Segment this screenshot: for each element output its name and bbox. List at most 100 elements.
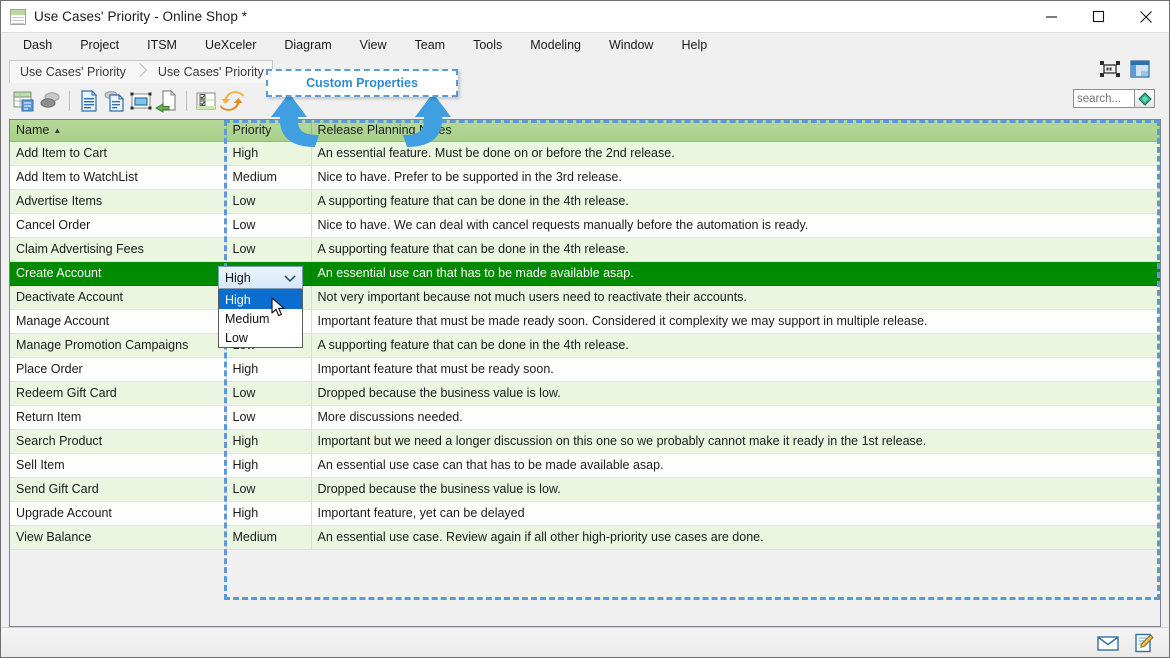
menu-item-project[interactable]: Project	[66, 35, 133, 55]
edit-note-icon[interactable]	[1133, 633, 1155, 653]
new-grid-icon[interactable]	[11, 87, 37, 115]
menu-item-view[interactable]: View	[346, 35, 401, 55]
table-row[interactable]: Search ProductHighImportant but we need …	[10, 429, 1160, 453]
cell-priority[interactable]: Low	[226, 237, 311, 261]
cell-priority[interactable]: High	[226, 429, 311, 453]
cell-name[interactable]: Claim Advertising Fees	[10, 237, 226, 261]
export-doc-icon[interactable]	[154, 87, 180, 115]
table-row[interactable]: Return ItemLowMore discussions needed.	[10, 405, 1160, 429]
cell-name[interactable]: Advertise Items	[10, 189, 226, 213]
maximize-button[interactable]	[1075, 1, 1122, 32]
diamond-go-icon[interactable]	[1135, 89, 1155, 108]
cell-name[interactable]: Create Account	[10, 261, 226, 285]
cell-priority[interactable]: Medium	[226, 165, 311, 189]
cell-priority[interactable]: Medium	[226, 525, 311, 549]
cell-priority[interactable]: High	[226, 453, 311, 477]
cell-name[interactable]: Manage Promotion Campaigns	[10, 333, 226, 357]
cell-notes[interactable]: Not very important because not much user…	[311, 285, 1160, 309]
cell-notes[interactable]: An essential use can that has to be made…	[311, 261, 1160, 285]
cell-name[interactable]: Deactivate Account	[10, 285, 226, 309]
cell-name[interactable]: Cancel Order	[10, 213, 226, 237]
priority-combobox[interactable]: High	[218, 266, 303, 289]
cell-name[interactable]: Send Gift Card	[10, 477, 226, 501]
table-row[interactable]: Manage Promotion CampaignsLowA supportin…	[10, 333, 1160, 357]
chevron-down-icon[interactable]	[284, 272, 296, 286]
table-row[interactable]: Add Item to CartHighAn essential feature…	[10, 141, 1160, 165]
insert-shape-icon[interactable]	[128, 87, 154, 115]
table-row[interactable]: View BalanceMediumAn essential use case.…	[10, 525, 1160, 549]
menu-item-dash[interactable]: Dash	[9, 35, 66, 55]
table-row-selected[interactable]: Create Account An essential use can that …	[10, 261, 1160, 285]
new-document-icon[interactable]	[76, 87, 102, 115]
cell-notes[interactable]: Dropped because the business value is lo…	[311, 381, 1160, 405]
cell-name[interactable]: Add Item to Cart	[10, 141, 226, 165]
panel-layout-icon[interactable]	[1129, 59, 1151, 79]
menu-item-window[interactable]: Window	[595, 35, 667, 55]
cell-priority[interactable]: High	[226, 357, 311, 381]
menu-item-modeling[interactable]: Modeling	[516, 35, 595, 55]
cell-notes[interactable]: An essential use case. Review again if a…	[311, 525, 1160, 549]
table-row[interactable]: Advertise ItemsLowA supporting feature t…	[10, 189, 1160, 213]
table-row[interactable]: Claim Advertising FeesLowA supporting fe…	[10, 237, 1160, 261]
duplicate-doc-icon[interactable]	[102, 87, 128, 115]
menu-item-help[interactable]: Help	[667, 35, 721, 55]
cell-notes[interactable]: A supporting feature that can be done in…	[311, 237, 1160, 261]
table-row[interactable]: Manage AccountMedium Important feature th…	[10, 309, 1160, 333]
column-header-name[interactable]: Name▲	[10, 120, 226, 141]
search-input[interactable]	[1073, 89, 1135, 108]
cell-notes[interactable]: A supporting feature that can be done in…	[311, 333, 1160, 357]
cell-notes[interactable]: An essential use case can that has to be…	[311, 453, 1160, 477]
cell-notes[interactable]: A supporting feature that can be done in…	[311, 189, 1160, 213]
dropdown-option-low[interactable]: Low	[219, 328, 302, 347]
cell-name[interactable]: Redeem Gift Card	[10, 381, 226, 405]
cell-notes[interactable]: Nice to have. Prefer to be supported in …	[311, 165, 1160, 189]
cell-notes[interactable]: Important feature that must be ready soo…	[311, 357, 1160, 381]
cell-notes[interactable]: Nice to have. We can deal with cancel re…	[311, 213, 1160, 237]
cell-notes[interactable]: Dropped because the business value is lo…	[311, 477, 1160, 501]
table-row[interactable]: Cancel OrderLowNice to have. We can deal…	[10, 213, 1160, 237]
menu-item-diagram[interactable]: Diagram	[270, 35, 345, 55]
table-row[interactable]: Upgrade AccountHighImportant feature, ye…	[10, 501, 1160, 525]
cell-name[interactable]: Sell Item	[10, 453, 226, 477]
cell-priority[interactable]: Low	[226, 405, 311, 429]
menu-item-team[interactable]: Team	[401, 35, 460, 55]
cell-notes[interactable]: Important feature that must be made read…	[311, 309, 1160, 333]
menu-item-tools[interactable]: Tools	[459, 35, 516, 55]
breadcrumb-item-1[interactable]: Use Cases' Priority	[148, 61, 272, 83]
dropdown-option-medium[interactable]: Medium	[219, 309, 302, 328]
fit-window-icon[interactable]	[1099, 59, 1121, 79]
refresh-icon[interactable]	[219, 87, 245, 115]
open-diagram-icon[interactable]	[37, 87, 63, 115]
breadcrumb-item-0[interactable]: Use Cases' Priority	[10, 61, 134, 83]
table-row[interactable]: Redeem Gift CardLowDropped because the b…	[10, 381, 1160, 405]
cell-notes[interactable]: Important but we need a longer discussio…	[311, 429, 1160, 453]
cell-name[interactable]: Add Item to WatchList	[10, 165, 226, 189]
cell-name[interactable]: Upgrade Account	[10, 501, 226, 525]
close-button[interactable]	[1122, 1, 1169, 32]
cell-priority[interactable]: High	[226, 501, 311, 525]
menu-item-uexceler[interactable]: UeXceler	[191, 35, 270, 55]
dropdown-option-high[interactable]: High	[219, 290, 302, 309]
minimize-button[interactable]	[1028, 1, 1075, 32]
table-row[interactable]: Add Item to WatchListMediumNice to have.…	[10, 165, 1160, 189]
cell-name[interactable]: Return Item	[10, 405, 226, 429]
menu-item-itsm[interactable]: ITSM	[133, 35, 191, 55]
cell-name[interactable]: Place Order	[10, 357, 226, 381]
checklist-icon[interactable]	[193, 87, 219, 115]
table-row[interactable]: Place OrderHighImportant feature that mu…	[10, 357, 1160, 381]
cell-notes[interactable]: More discussions needed.	[311, 405, 1160, 429]
table-row[interactable]: Deactivate AccountHigh Not very important…	[10, 285, 1160, 309]
table-row[interactable]: Send Gift CardLowDropped because the bus…	[10, 477, 1160, 501]
priority-dropdown-list[interactable]: High Medium Low	[218, 289, 303, 348]
mail-icon[interactable]	[1097, 633, 1119, 653]
cell-priority[interactable]: Low	[226, 213, 311, 237]
cell-name[interactable]: View Balance	[10, 525, 226, 549]
cell-priority[interactable]: Low	[226, 477, 311, 501]
cell-priority[interactable]: Low	[226, 189, 311, 213]
cell-name[interactable]: Manage Account	[10, 309, 226, 333]
cell-notes[interactable]: Important feature, yet can be delayed	[311, 501, 1160, 525]
cell-name[interactable]: Search Product	[10, 429, 226, 453]
table-row[interactable]: Sell ItemHighAn essential use case can t…	[10, 453, 1160, 477]
column-header-name-label: Name	[16, 123, 49, 137]
cell-priority[interactable]: Low	[226, 381, 311, 405]
